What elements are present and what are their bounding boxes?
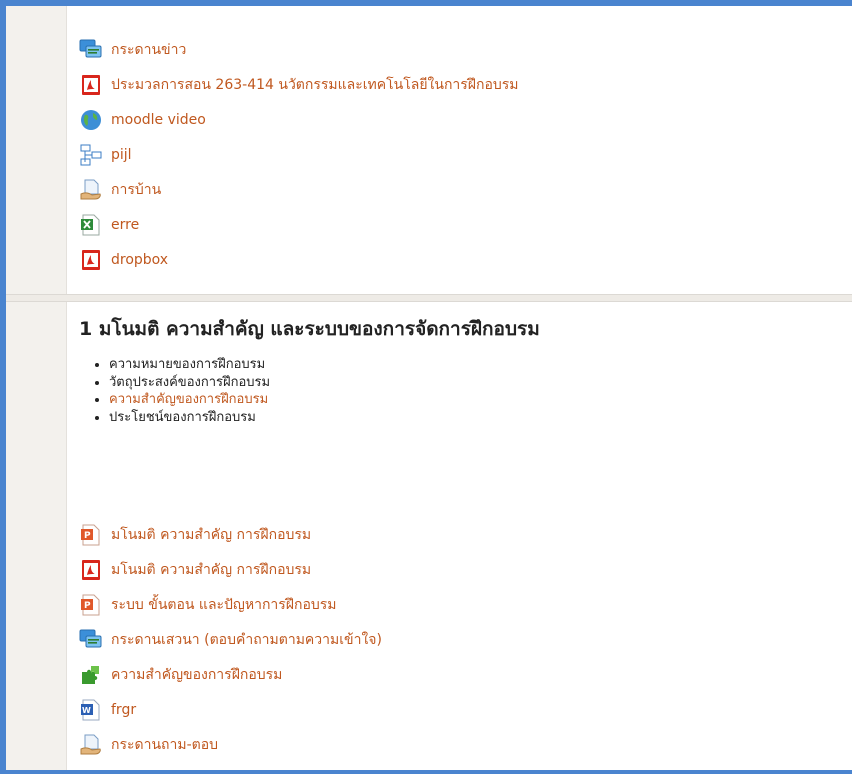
activity-item[interactable]: dropbox — [79, 245, 168, 275]
activity-item[interactable]: กระดานข่าว — [79, 35, 186, 65]
activity-link[interactable]: มโนมติ ความสำคัญ การฝึกอบรม — [111, 524, 311, 546]
summary-item: ประโยชน์ของการฝึกอบรม — [109, 409, 270, 427]
url-globe-icon — [79, 108, 103, 132]
pdf-icon — [79, 248, 103, 272]
excel-icon — [79, 213, 103, 237]
activity-link[interactable]: ความสำคัญของการฝึกอบรม — [111, 664, 282, 686]
summary-item-text[interactable]: ความสำคัญของการฝึกอบรม — [109, 392, 268, 407]
activity-link[interactable]: กระดานเสวนา (ตอบคำถามตามความเข้าใจ) — [111, 629, 382, 651]
activity-item[interactable]: มโนมติ ความสำคัญ การฝึกอบรม — [79, 555, 311, 585]
activity-item[interactable]: กระดานถาม-ตอบ — [79, 730, 218, 760]
activity-link[interactable]: มโนมติ ความสำคัญ การฝึกอบรม — [111, 559, 311, 581]
section-divider — [6, 294, 852, 302]
course-section-general: กระดานข่าวประมวลการสอน 263-414 นวัตกรรมแ… — [67, 6, 852, 294]
svg-text:W: W — [82, 706, 91, 715]
svg-text:P: P — [84, 531, 91, 541]
forum-icon — [79, 628, 103, 652]
activity-item[interactable]: การบ้าน — [79, 175, 161, 205]
activity-link[interactable]: ระบบ ขั้นตอน และปัญหาการฝึกอบรม — [111, 594, 337, 616]
scorm-puzzle-icon — [79, 663, 103, 687]
activity-link[interactable]: moodle video — [111, 112, 206, 128]
activity-item[interactable]: P ระบบ ขั้นตอน และปัญหาการฝึกอบรม — [79, 590, 337, 620]
powerpoint-icon: P — [79, 523, 103, 547]
assignment-icon — [79, 178, 103, 202]
pdf-icon — [79, 73, 103, 97]
summary-item-text: วัตถุประสงค์ของการฝึกอบรม — [109, 374, 271, 390]
activity-item[interactable]: moodle video — [79, 105, 206, 135]
powerpoint-icon: P — [79, 593, 103, 617]
activity-item[interactable]: กระดานเสวนา (ตอบคำถามตามความเข้าใจ) — [79, 625, 382, 655]
word-icon: W — [79, 698, 103, 722]
forum-icon — [79, 38, 103, 62]
svg-text:P: P — [84, 601, 91, 611]
summary-item[interactable]: ความสำคัญของการฝึกอบรม — [109, 391, 270, 409]
activity-item[interactable]: ประมวลการสอน 263-414 นวัตกรรมและเทคโนโลย… — [79, 70, 519, 100]
assignment-icon — [79, 733, 103, 757]
activity-link[interactable]: กระดานข่าว — [111, 39, 186, 61]
activity-link[interactable]: การบ้าน — [111, 179, 161, 201]
activity-item[interactable]: erre — [79, 210, 139, 240]
summary-item-text: ประโยชน์ของการฝึกอบรม — [109, 409, 256, 425]
activity-link[interactable]: erre — [111, 217, 139, 233]
activity-link[interactable]: pijl — [111, 147, 132, 163]
pdf-icon — [79, 558, 103, 582]
activity-item[interactable]: pijl — [79, 140, 132, 170]
summary-item: วัตถุประสงค์ของการฝึกอบรม — [109, 374, 270, 392]
activity-link[interactable]: dropbox — [111, 252, 168, 268]
section-title: 1 มโนมติ ความสำคัญ และระบบของการจัดการฝึ… — [79, 318, 540, 340]
activity-item[interactable]: Wfrgr — [79, 695, 136, 725]
summary-item-text: ความหมายของการฝึกอบรม — [109, 357, 266, 372]
activity-item[interactable]: P มโนมติ ความสำคัญ การฝึกอบรม — [79, 520, 311, 550]
left-gutter — [6, 6, 66, 770]
summary-item: ความหมายของการฝึกอบรม — [109, 356, 270, 374]
activity-link[interactable]: ประมวลการสอน 263-414 นวัตกรรมและเทคโนโลย… — [111, 74, 519, 96]
folder-tree-icon — [79, 143, 103, 167]
activity-link[interactable]: กระดานถาม-ตอบ — [111, 734, 218, 756]
activity-link[interactable]: frgr — [111, 702, 136, 718]
activity-item[interactable]: ความสำคัญของการฝึกอบรม — [79, 660, 282, 690]
course-section-1: 1 มโนมติ ความสำคัญ และระบบของการจัดการฝึ… — [67, 302, 852, 770]
section-summary: ความหมายของการฝึกอบรมวัตถุประสงค์ของการฝ… — [79, 356, 270, 426]
